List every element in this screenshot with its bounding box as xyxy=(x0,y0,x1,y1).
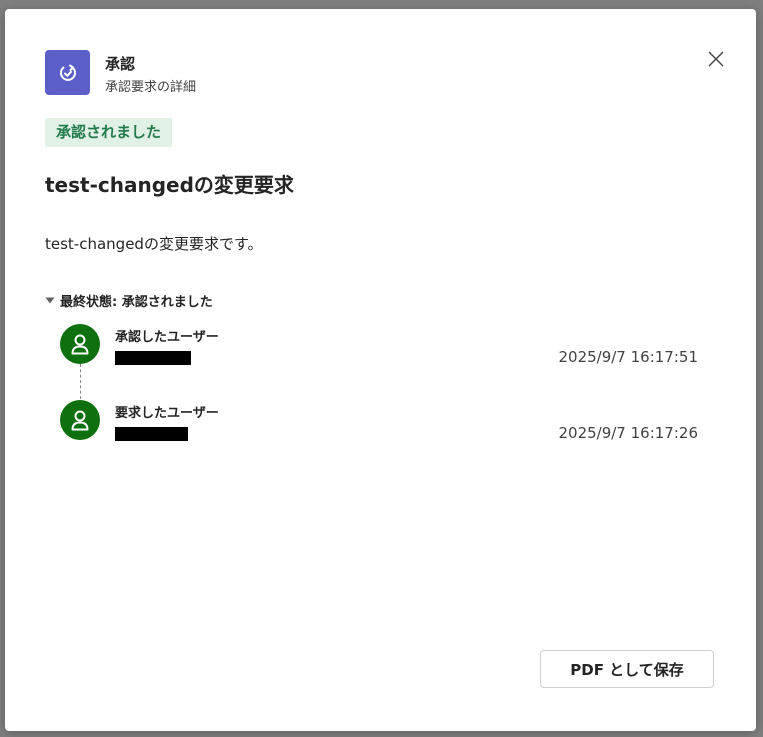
requested-timestamp: 2025/9/7 16:17:26 xyxy=(558,424,698,442)
status-badge: 承認されました xyxy=(45,118,173,147)
approver-avatar xyxy=(60,324,100,364)
approved-timestamp: 2025/9/7 16:17:51 xyxy=(558,348,698,366)
requester-name-redacted xyxy=(115,427,188,441)
request-title: test-changedの変更要求 xyxy=(45,173,294,197)
person-icon xyxy=(71,334,89,355)
close-icon xyxy=(708,51,724,67)
caret-down-icon xyxy=(45,297,55,304)
final-status-label: 最終状態: 承認されました xyxy=(60,295,213,310)
save-as-pdf-button[interactable]: PDF として保存 xyxy=(540,650,714,688)
requester-avatar xyxy=(60,400,100,440)
approvals-app-icon xyxy=(45,50,90,95)
timeline-connector xyxy=(80,364,81,399)
person-icon xyxy=(71,410,89,431)
final-status-toggle[interactable]: 最終状態: 承認されました xyxy=(45,291,213,310)
app-subtitle: 承認要求の詳細 xyxy=(105,80,197,95)
approval-details-dialog: 承認 承認要求の詳細 承認されました test-changedの変更要求 tes… xyxy=(5,9,756,731)
approver-label: 承認したユーザー xyxy=(115,330,219,345)
request-description: test-changedの変更要求です。 xyxy=(45,235,263,253)
close-button[interactable] xyxy=(703,46,729,72)
requester-label: 要求したユーザー xyxy=(115,406,219,421)
approver-name-redacted xyxy=(115,351,191,365)
app-name: 承認 xyxy=(105,55,136,73)
